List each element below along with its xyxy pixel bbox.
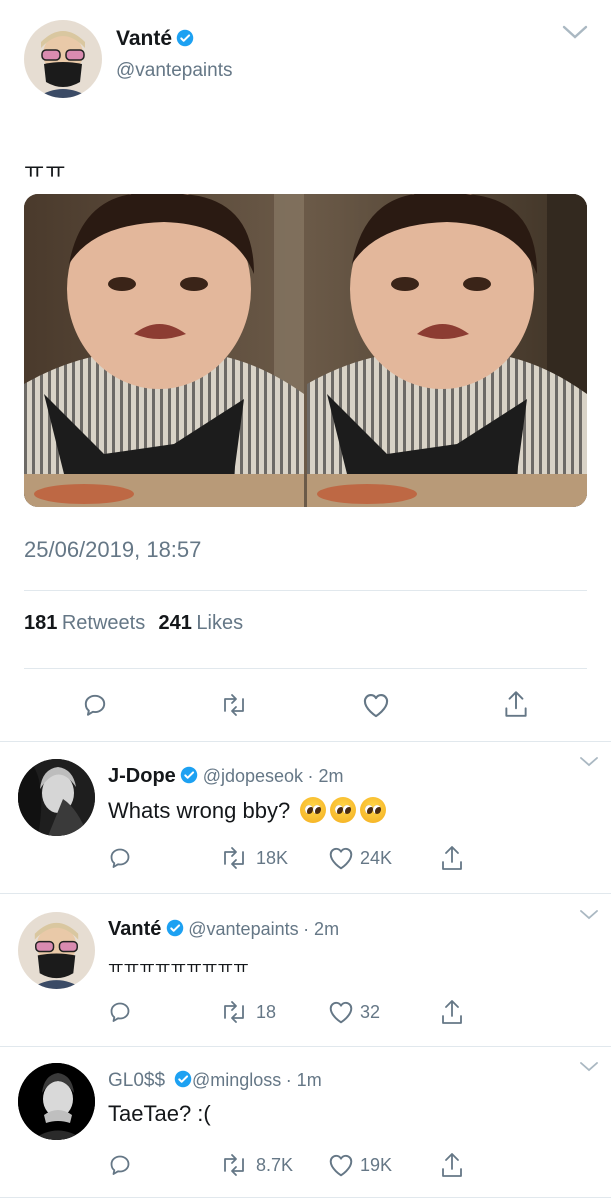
divider [0,893,611,894]
retweet-icon[interactable] [219,1000,249,1024]
reply-author-name[interactable]: J-Dope [108,765,176,787]
reply-text: ㅠㅠㅠㅠㅠㅠㅠㅠㅠ [108,958,249,977]
reply-text: TaeTae? :( [108,1101,211,1126]
reply-icon[interactable] [82,692,108,718]
tweet-stats: 181 Retweets 241 Likes [24,612,243,635]
chevron-down-icon[interactable] [562,24,588,40]
reply-header: GL0$$ @mingloss · 1m [108,1070,322,1092]
reply-avatar[interactable] [18,1063,95,1140]
reply-action-bar: 18 32 [0,1000,611,1028]
reply-time: · 1m [285,1070,322,1090]
like-icon[interactable] [362,692,390,718]
divider [0,1197,611,1198]
like-icon[interactable] [328,1153,354,1177]
retweet-icon[interactable] [219,846,249,870]
share-icon[interactable] [440,1151,464,1179]
author-name[interactable]: Vanté [116,27,172,50]
reply-author-handle[interactable]: @mingloss [192,1070,281,1090]
share-icon[interactable] [503,689,529,719]
retweet-count: 8.7K [256,1155,294,1175]
reply-header: Vanté @vantepaints · 2m [108,918,339,941]
verified-badge-icon [174,1070,192,1088]
pleading-face-icon [360,797,387,823]
verified-badge-icon [180,766,198,784]
author-avatar[interactable] [24,20,102,98]
reply-icon[interactable] [108,1153,132,1177]
retweet-icon[interactable] [219,1153,249,1177]
pleading-face-icon [300,797,327,823]
reply-time: · 2m [303,919,340,939]
reply-action-bar: 8.7K 19K [0,1153,611,1181]
like-icon[interactable] [328,846,354,870]
chevron-down-icon[interactable] [580,909,598,921]
pleading-face-icon [330,797,357,823]
verified-badge-icon [176,29,194,47]
share-icon[interactable] [440,998,464,1026]
retweets-stat[interactable]: 181 Retweets [24,612,150,634]
author-handle[interactable]: @vantepaints [116,60,232,82]
retweets-count: 181 [24,612,58,634]
reply-time: · 2m [307,766,344,786]
like-count: 19K [360,1155,393,1175]
reply-avatar[interactable] [18,912,95,989]
like-count: 32 [360,1002,381,1022]
likes-count: 241 [158,612,192,634]
divider [24,590,587,591]
reply-action-bar: 18K 24K [0,846,611,874]
tweet-text: ㅠㅠ [24,158,67,183]
reply-icon[interactable] [108,1000,132,1024]
reply-author-handle[interactable]: @vantepaints [188,919,298,939]
reply-author-name[interactable]: GL0$$ [108,1070,165,1091]
likes-label: Likes [196,612,244,634]
chevron-down-icon[interactable] [580,1061,598,1073]
chevron-down-icon[interactable] [580,756,598,768]
divider [24,668,587,669]
reply-text: Whats wrong bby? [108,797,387,824]
reply-text-content: Whats wrong bby? [108,798,291,823]
retweets-label: Retweets [61,612,146,634]
reply-avatar[interactable] [18,759,95,836]
reply-header: J-Dope @jdopeseok · 2m [108,765,344,788]
tweet-media[interactable] [24,194,587,507]
like-icon[interactable] [328,1000,354,1024]
retweet-count: 18K [256,848,289,868]
reply-author-handle[interactable]: @jdopeseok [203,766,303,786]
retweet-icon[interactable] [219,692,249,718]
like-count: 24K [360,848,393,868]
divider [0,741,611,742]
tweet-timestamp[interactable]: 25/06/2019, 18:57 [24,537,201,563]
reply-author-name[interactable]: Vanté [108,918,161,940]
share-icon[interactable] [440,844,464,872]
verified-badge-icon [166,919,184,937]
retweet-count: 18 [256,1002,277,1022]
divider [0,1046,611,1047]
reply-icon[interactable] [108,846,132,870]
likes-stat[interactable]: 241 Likes [159,612,244,634]
